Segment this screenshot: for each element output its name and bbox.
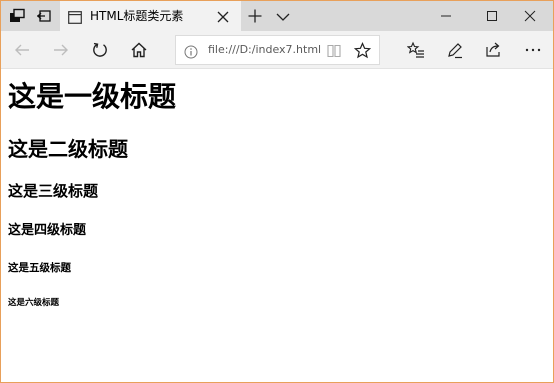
plus-icon[interactable] [247, 8, 263, 24]
share-icon [486, 42, 500, 57]
home-button[interactable] [130, 41, 148, 59]
address-bar[interactable]: file:///D:/index7.html [175, 35, 380, 65]
arrow-left-icon [15, 44, 29, 56]
heading-level-4: 这是四级标题 [8, 223, 87, 238]
arrow-right-icon [54, 44, 68, 56]
navigation-bar: file:///D:/index7.html [1, 31, 553, 69]
tab-title: HTML标题类元素 [90, 9, 184, 23]
close-icon[interactable] [216, 9, 230, 23]
heading-level-6: 这是六级标题 [8, 298, 60, 308]
share-button[interactable] [485, 41, 503, 59]
more-icon [525, 48, 541, 52]
tabs-aside-icon[interactable] [9, 8, 25, 24]
pen-icon [448, 43, 462, 59]
chevron-down-icon[interactable] [275, 9, 291, 23]
page-content: 这是一级标题 这是二级标题 这是三级标题 这是四级标题 这是五级标题 这是六级标… [1, 70, 553, 382]
page-icon [68, 9, 82, 24]
set-aside-icon[interactable] [36, 8, 52, 24]
home-icon [131, 42, 147, 58]
minimize-icon [441, 15, 451, 17]
url-text[interactable]: file:///D:/index7.html [208, 43, 321, 57]
close-icon [524, 10, 536, 22]
star-icon[interactable] [353, 42, 372, 59]
heading-level-1: 这是一级标题 [8, 80, 177, 113]
back-button[interactable] [13, 41, 31, 59]
maximize-icon [487, 11, 497, 21]
more-button[interactable] [524, 41, 542, 59]
info-icon[interactable] [184, 44, 198, 59]
minimize-button[interactable] [423, 1, 469, 31]
favorites-hub-button[interactable] [406, 41, 425, 59]
forward-button[interactable] [52, 41, 70, 59]
refresh-icon [93, 42, 107, 57]
book-icon[interactable] [326, 43, 342, 59]
close-window-button[interactable] [507, 1, 553, 31]
web-note-button[interactable] [446, 41, 464, 59]
tab-active[interactable]: HTML标题类元素 [60, 1, 241, 31]
favorites-list-icon [406, 41, 424, 58]
refresh-button[interactable] [91, 41, 109, 59]
heading-level-2: 这是二级标题 [8, 137, 128, 161]
title-bar: HTML标题类元素 [1, 1, 553, 31]
browser-window: HTML标题类元素 file:///D:/index7.html 这是一级标题 … [0, 0, 554, 383]
heading-level-5: 这是五级标题 [8, 262, 71, 274]
heading-level-3: 这是三级标题 [8, 182, 99, 200]
